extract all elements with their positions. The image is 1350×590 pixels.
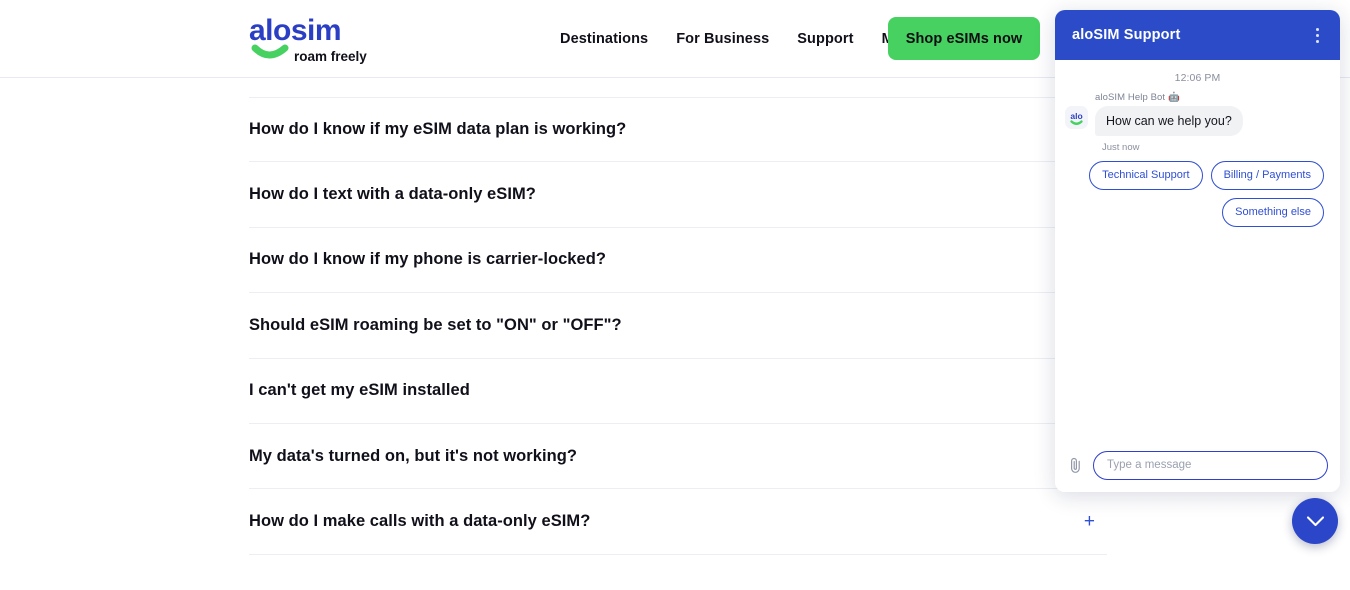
chat-message-sender: aloSIM Help Bot 🤖: [1095, 92, 1330, 103]
faq-question: My data's turned on, but it's not workin…: [249, 446, 578, 465]
faq-question: How do I know if my eSIM data plan is wo…: [249, 120, 627, 139]
nav-item-for-business[interactable]: For Business: [662, 31, 783, 47]
faq-question: How do I make calls with a data-only eSI…: [249, 512, 591, 531]
svg-text:alosim: alosim: [249, 14, 341, 47]
faq-item[interactable]: My data's turned on, but it's not workin…: [249, 424, 1107, 490]
paperclip-icon[interactable]: [1065, 454, 1085, 476]
faq-question: I can't get my eSIM installed: [249, 381, 470, 400]
quick-reply-something-else[interactable]: Something else: [1222, 198, 1324, 228]
chat-timestamp: 12:06 PM: [1174, 72, 1221, 84]
chat-composer: [1055, 438, 1340, 492]
chat-title: aloSIM Support: [1072, 27, 1181, 43]
faq-item[interactable]: How do I text with a data-only eSIM? +: [249, 162, 1107, 228]
quick-reply-technical-support[interactable]: Technical Support: [1089, 161, 1203, 191]
chat-message-list: 12:06 PM alo aloSIM Help Bot 🤖 How can w…: [1055, 60, 1340, 438]
brand-logo[interactable]: alosim roam freely: [249, 12, 374, 66]
chat-header: aloSIM Support: [1055, 10, 1340, 60]
chat-sender-name: aloSIM Help Bot: [1095, 92, 1166, 103]
faq-item[interactable]: I can't get my eSIM installed +: [249, 359, 1107, 424]
chat-toggle-button[interactable]: [1292, 498, 1338, 544]
chevron-down-icon: [1306, 515, 1324, 526]
nav-item-destinations[interactable]: Destinations: [560, 31, 662, 47]
quick-reply-billing-payments[interactable]: Billing / Payments: [1210, 161, 1324, 191]
quick-reply-group: Technical Support Billing / Payments Som…: [1065, 161, 1330, 228]
chat-message-meta: Just now: [1102, 142, 1140, 154]
kebab-menu-icon[interactable]: [1306, 23, 1328, 47]
faq-item[interactable]: How do I make calls with a data-only eSI…: [249, 489, 1107, 555]
message-input[interactable]: [1093, 450, 1328, 480]
chat-message-bubble: How can we help you?: [1095, 106, 1243, 137]
faq-item[interactable]: Should eSIM roaming be set to "ON" or "O…: [249, 293, 1107, 359]
page-root: alosim roam freely Destinations For Busi…: [0, 0, 1350, 590]
faq-item[interactable]: How do I know if my phone is carrier-loc…: [249, 228, 1107, 294]
chat-message-content: aloSIM Help Bot 🤖 How can we help you? J…: [1095, 92, 1330, 153]
chat-message-bot: alo aloSIM Help Bot 🤖 How can we help yo…: [1065, 92, 1330, 153]
nav-item-support[interactable]: Support: [783, 31, 867, 47]
svg-text:alo: alo: [1070, 111, 1082, 121]
shop-esims-button[interactable]: Shop eSIMs now: [888, 17, 1040, 60]
alosim-logo-icon: alosim roam freely: [249, 14, 367, 64]
faq-question: How do I know if my phone is carrier-loc…: [249, 250, 607, 269]
plus-icon: +: [1083, 511, 1095, 533]
faq-accordion-list: How do I know if my eSIM data plan is wo…: [249, 97, 1107, 555]
chat-widget-panel: aloSIM Support 12:06 PM alo aloSIM Help: [1055, 10, 1340, 492]
faq-item[interactable]: How do I know if my eSIM data plan is wo…: [249, 97, 1107, 163]
svg-text:roam freely: roam freely: [294, 49, 367, 64]
alo-bot-avatar-icon: alo: [1065, 106, 1088, 129]
robot-icon: 🤖: [1168, 92, 1181, 103]
faq-question: How do I text with a data-only eSIM?: [249, 185, 536, 204]
faq-question: Should eSIM roaming be set to "ON" or "O…: [249, 315, 622, 334]
